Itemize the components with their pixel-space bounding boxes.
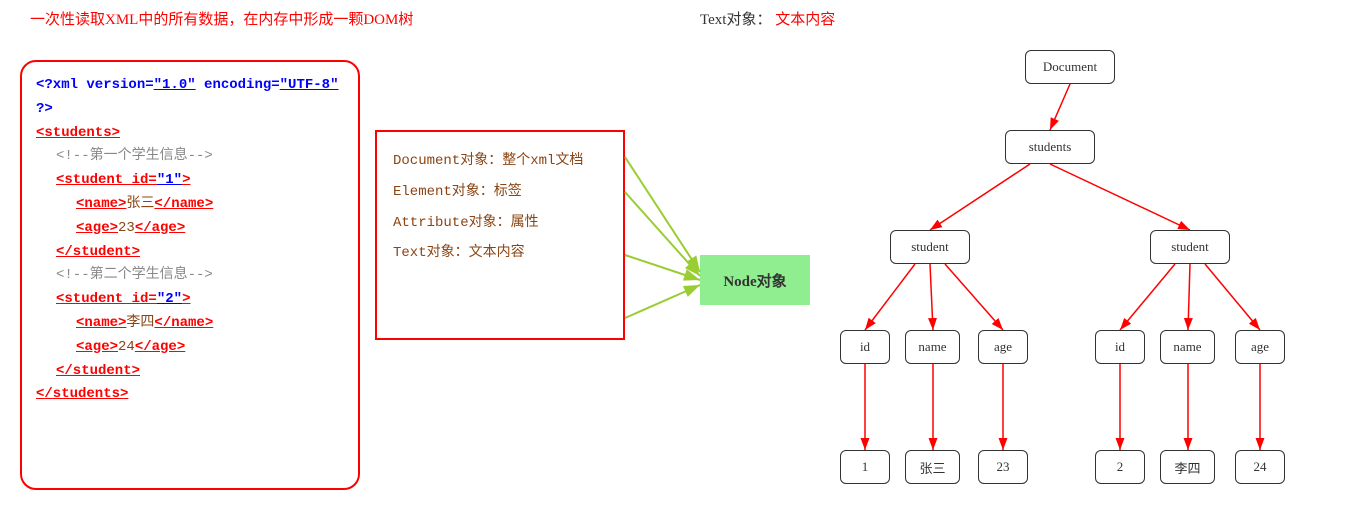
xml-line-pi: <?xml version="1.0" encoding="UTF-8" ?> xyxy=(36,74,344,122)
tree-node-id2: id xyxy=(1095,330,1145,364)
dom-tree: Document students student student id nam… xyxy=(830,30,1350,520)
top-right-label: Text对象： xyxy=(700,12,771,28)
top-left-text: 一次性读取XML中的所有数据，在内存中形成一颗DOM树 xyxy=(30,8,413,29)
xml-line-name1: <name>张三</name> xyxy=(36,193,344,217)
tree-node-id1: id xyxy=(840,330,890,364)
tree-node-val23: 23 xyxy=(978,450,1028,484)
tree-edges-svg xyxy=(830,30,1350,520)
tree-node-name1: name xyxy=(905,330,960,364)
tree-node-val24: 24 xyxy=(1235,450,1285,484)
xml-line-students-close: </students> xyxy=(36,383,344,407)
tree-node-val2: 2 xyxy=(1095,450,1145,484)
tree-node-val-li: 李四 xyxy=(1160,450,1215,484)
tree-node-student1: student xyxy=(890,230,970,264)
xml-line-student2-close: </student> xyxy=(36,360,344,384)
xml-code-box: <?xml version="1.0" encoding="UTF-8" ?> … xyxy=(20,60,360,490)
top-right-text: Text对象： 文本内容 xyxy=(700,8,835,29)
xml-line-student1-open: <student id="1"> xyxy=(36,169,344,193)
dom-objects-box: Document对象：整个xml文档 Element对象：标签 Attribut… xyxy=(375,130,625,340)
xml-line-student2-open: <student id="2"> xyxy=(36,288,344,312)
xml-line-comment1: <!--第一个学生信息--> xyxy=(36,145,344,169)
tree-node-name2: name xyxy=(1160,330,1215,364)
tree-node-students: students xyxy=(1005,130,1095,164)
xml-line-age2: <age>24</age> xyxy=(36,336,344,360)
xml-line-students-open: <students> xyxy=(36,122,344,146)
tree-node-age1: age xyxy=(978,330,1028,364)
xml-line-name2: <name>李四</name> xyxy=(36,312,344,336)
dom-attribute-line: Attribute对象：属性 xyxy=(393,208,607,239)
tree-node-age2: age xyxy=(1235,330,1285,364)
dom-document-line: Document对象：整个xml文档 xyxy=(393,146,607,177)
node-box: Node对象 xyxy=(700,255,810,305)
dom-element-line: Element对象：标签 xyxy=(393,177,607,208)
tree-node-document: Document xyxy=(1025,50,1115,84)
tree-node-val1: 1 xyxy=(840,450,890,484)
node-label: Node对象 xyxy=(723,270,786,291)
top-right-value: 文本内容 xyxy=(775,12,835,28)
xml-line-student1-close: </student> xyxy=(36,241,344,265)
tree-node-val-zhang: 张三 xyxy=(905,450,960,484)
tree-node-student2: student xyxy=(1150,230,1230,264)
xml-line-comment2: <!--第二个学生信息--> xyxy=(36,264,344,288)
dom-text-line: Text对象：文本内容 xyxy=(393,238,607,269)
xml-line-age1: <age>23</age> xyxy=(36,217,344,241)
